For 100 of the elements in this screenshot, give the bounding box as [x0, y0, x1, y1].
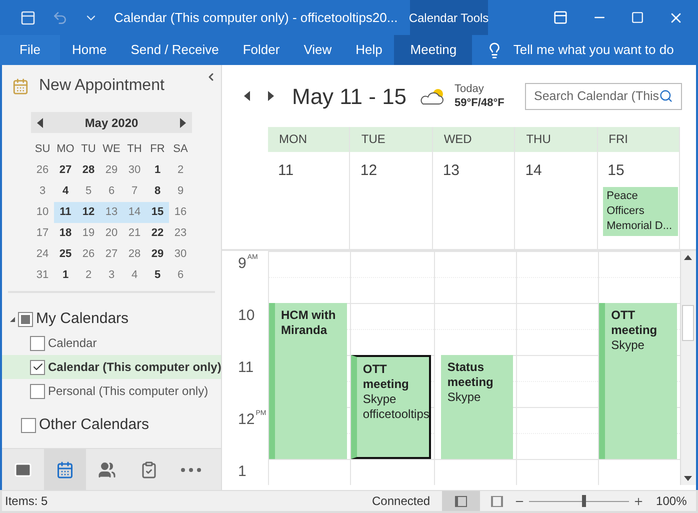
- previous-week-button[interactable]: [244, 91, 250, 101]
- calendar-day[interactable]: 4: [123, 265, 146, 286]
- calendar-day[interactable]: 23: [169, 223, 192, 244]
- calendar-day[interactable]: 28: [123, 244, 146, 265]
- ribbon-tab[interactable]: Meeting: [394, 35, 472, 65]
- calendar-day[interactable]: 3: [31, 181, 54, 202]
- search-field[interactable]: Search Calendar (This: [525, 82, 682, 110]
- calendar-day[interactable]: 29: [100, 160, 123, 181]
- day-date: 15: [606, 161, 626, 181]
- previous-month-button[interactable]: [37, 118, 43, 128]
- calendar-day[interactable]: 4: [54, 181, 77, 202]
- calendar-list-item[interactable]: Calendar (This computer only): [2, 355, 221, 379]
- normal-view-button[interactable]: [442, 491, 480, 511]
- checkbox[interactable]: [30, 360, 45, 374]
- calendar-day[interactable]: 9: [169, 181, 192, 202]
- weekday-label: SU: [34, 142, 52, 157]
- check-icon: [32, 361, 44, 373]
- calendar-day[interactable]: 16: [169, 202, 192, 223]
- event-title: OTT meeting: [362, 362, 410, 392]
- calendar-day[interactable]: 25: [54, 244, 77, 265]
- ribbon-tab[interactable]: Home: [60, 35, 119, 65]
- context-tab-label: Calendar Tools: [410, 0, 488, 35]
- calendar-event[interactable]: HCM with Miranda: [269, 303, 347, 459]
- people-icon: [98, 460, 116, 478]
- calendar-day[interactable]: 29: [146, 244, 169, 265]
- calendar-day[interactable]: 5: [146, 265, 169, 286]
- calendar-day[interactable]: 21: [123, 223, 146, 244]
- calendar-day[interactable]: 18: [54, 223, 77, 244]
- tell-me-field[interactable]: Tell me what you want to do: [513, 40, 674, 60]
- next-week-button[interactable]: [268, 91, 274, 101]
- calendar-list-item[interactable]: Calendar: [2, 331, 221, 355]
- ribbon-tab[interactable]: Send / Receive: [118, 35, 231, 65]
- calendar-event[interactable]: Status meeting Skype: [435, 355, 514, 459]
- calendar-day[interactable]: 13: [100, 202, 123, 223]
- calendar-day[interactable]: 20: [100, 223, 123, 244]
- calendar-day[interactable]: 11: [54, 202, 77, 223]
- mixed-state-square: [21, 314, 30, 324]
- calendar-day[interactable]: 22: [146, 223, 169, 244]
- connection-status: Connected: [372, 493, 430, 510]
- calendar-group-label[interactable]: Other Calendars: [39, 414, 150, 436]
- calendar-day[interactable]: 8: [146, 181, 169, 202]
- checkbox[interactable]: [30, 336, 45, 350]
- calendar-day[interactable]: 2: [169, 160, 192, 181]
- calendar-day[interactable]: 17: [31, 223, 54, 244]
- hour-label: 1: [237, 462, 248, 482]
- zoom-in-icon[interactable]: [633, 496, 644, 506]
- ribbon-tab[interactable]: Help: [344, 35, 394, 65]
- date-range: May 11 - 15: [292, 82, 407, 111]
- calendar-day[interactable]: 1: [146, 160, 169, 181]
- checkbox[interactable]: [30, 384, 45, 398]
- day-header: WED: [432, 127, 514, 152]
- calendar-day[interactable]: 30: [169, 244, 192, 265]
- calendar-day[interactable]: 3: [100, 265, 123, 286]
- maximize-icon[interactable]: [631, 11, 644, 24]
- scroll-down-icon[interactable]: [684, 476, 692, 481]
- calendar-day[interactable]: 30: [123, 160, 146, 181]
- calendar-list-item[interactable]: Personal (This computer only): [2, 379, 221, 403]
- ribbon-tab[interactable]: Folder: [230, 35, 292, 65]
- calendar-day[interactable]: 26: [77, 244, 100, 265]
- calendar-day[interactable]: 15: [146, 202, 169, 223]
- calendar-day[interactable]: 2: [77, 265, 100, 286]
- calendar-event[interactable]: OTT meeting Skype: [599, 303, 677, 459]
- calendar-day[interactable]: 28: [77, 160, 100, 181]
- calendar-day[interactable]: 10: [31, 202, 54, 223]
- next-month-button[interactable]: [180, 118, 186, 128]
- items-count: Items: 5: [4, 493, 49, 510]
- ribbon-tab[interactable]: File: [0, 35, 60, 65]
- weekday-label: MO: [56, 142, 76, 157]
- calendar-day[interactable]: 14: [123, 202, 146, 223]
- calendar-day[interactable]: 6: [100, 181, 123, 202]
- calendar-day[interactable]: 6: [169, 265, 192, 286]
- calendar-day[interactable]: 31: [31, 265, 54, 286]
- app-icon[interactable]: [20, 10, 36, 26]
- calendar-day[interactable]: 5: [77, 181, 100, 202]
- scroll-up-icon[interactable]: [684, 255, 692, 260]
- calendar-day[interactable]: 24: [31, 244, 54, 265]
- ribbon-display-icon[interactable]: [553, 10, 568, 25]
- checkbox[interactable]: [21, 418, 36, 432]
- calendar-day[interactable]: 27: [100, 244, 123, 265]
- calendar-day[interactable]: 7: [123, 181, 146, 202]
- nav-button[interactable]: [44, 449, 86, 490]
- scrollbar[interactable]: [680, 251, 696, 485]
- ribbon-tab[interactable]: View: [292, 35, 344, 65]
- zoom-thumb[interactable]: [582, 495, 586, 507]
- calendar-day[interactable]: 19: [77, 223, 100, 244]
- calendar-day[interactable]: 27: [54, 160, 77, 181]
- calendar-day[interactable]: 1: [54, 265, 77, 286]
- calendar-day[interactable]: 26: [31, 160, 54, 181]
- day-header: MON: [268, 127, 350, 152]
- calendar-event[interactable]: OTT meeting Skype officetooltips: [350, 355, 432, 459]
- search-icon[interactable]: [659, 89, 673, 103]
- day-date: 14: [524, 161, 543, 181]
- scroll-thumb[interactable]: [682, 305, 694, 341]
- calendar-group-label[interactable]: My Calendars: [36, 308, 129, 330]
- checkbox[interactable]: [18, 312, 33, 326]
- new-appointment-button[interactable]: New Appointment: [39, 74, 164, 98]
- weekday-label: WE: [102, 142, 122, 157]
- zoom-slider[interactable]: [529, 494, 630, 508]
- day-date: 12: [359, 161, 378, 181]
- calendar-day[interactable]: 12: [77, 202, 100, 223]
